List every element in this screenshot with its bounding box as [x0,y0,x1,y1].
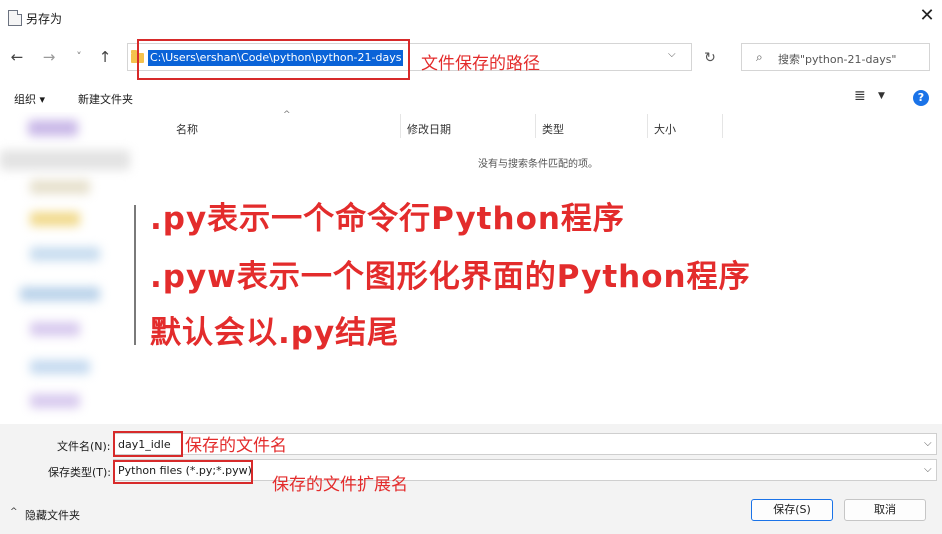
sort-arrow-icon: ^ [283,110,291,120]
back-icon[interactable]: ← [8,46,26,68]
view-icon[interactable]: ≣ [854,88,866,104]
refresh-icon[interactable]: ↻ [699,47,721,69]
search-placeholder: 搜索"python-21-days" [778,53,897,66]
column-name[interactable]: 名称 [176,121,198,137]
type-highlight-box [113,460,253,484]
chevron-down-icon[interactable]: ⌵ [924,464,932,475]
path-annotation: 文件保存的路径 [421,54,540,74]
column-size[interactable]: 大小 [654,121,676,137]
search-icon: ⌕ [756,50,763,64]
cancel-button[interactable]: 取消 [844,499,926,521]
column-type[interactable]: 类型 [542,121,564,137]
close-icon[interactable]: ✕ [915,4,939,28]
type-label: 保存类型(T): [48,466,112,479]
filename-highlight-box [113,431,183,457]
annotation-py: .py表示一个命令行Python程序 [150,201,625,237]
type-annotation: 保存的文件扩展名 [272,475,408,495]
column-separator [647,114,648,138]
file-icon [8,10,22,26]
new-folder-button[interactable]: 新建文件夹 [78,91,133,107]
annotation-default: 默认会以.py结尾 [150,315,400,351]
path-highlight-box [137,39,410,80]
up-icon[interactable]: ↑ [96,46,114,68]
chevron-down-icon[interactable]: ⌵ [924,438,932,449]
title-bar [0,0,942,34]
navigation-pane[interactable] [0,112,144,424]
view-caret-icon[interactable]: ▼ [878,91,885,101]
chevron-down-icon[interactable]: ⌵ [668,49,676,60]
column-separator [535,114,536,138]
empty-message: 没有与搜索条件匹配的项。 [478,159,598,170]
annotation-pyw: .pyw表示一个图形化界面的Python程序 [150,259,751,295]
toolbar [0,86,942,112]
recent-chevron-icon[interactable]: ˅ [70,46,88,68]
forward-icon[interactable]: → [40,46,58,68]
window-title: 另存为 [26,12,63,26]
filename-label: 文件名(N): [57,440,111,453]
sidebar-scrollbar[interactable] [134,205,136,345]
column-separator [400,114,401,138]
column-date-modified[interactable]: 修改日期 [407,121,451,137]
filename-annotation: 保存的文件名 [185,436,287,456]
organize-button[interactable]: 组织 ▾ [14,91,45,107]
chevron-up-icon[interactable]: ^ [10,507,18,517]
hide-folders-button[interactable]: 隐藏文件夹 [25,507,80,523]
column-separator [722,114,723,138]
help-icon[interactable]: ? [913,90,929,106]
save-button[interactable]: 保存(S) [751,499,833,521]
